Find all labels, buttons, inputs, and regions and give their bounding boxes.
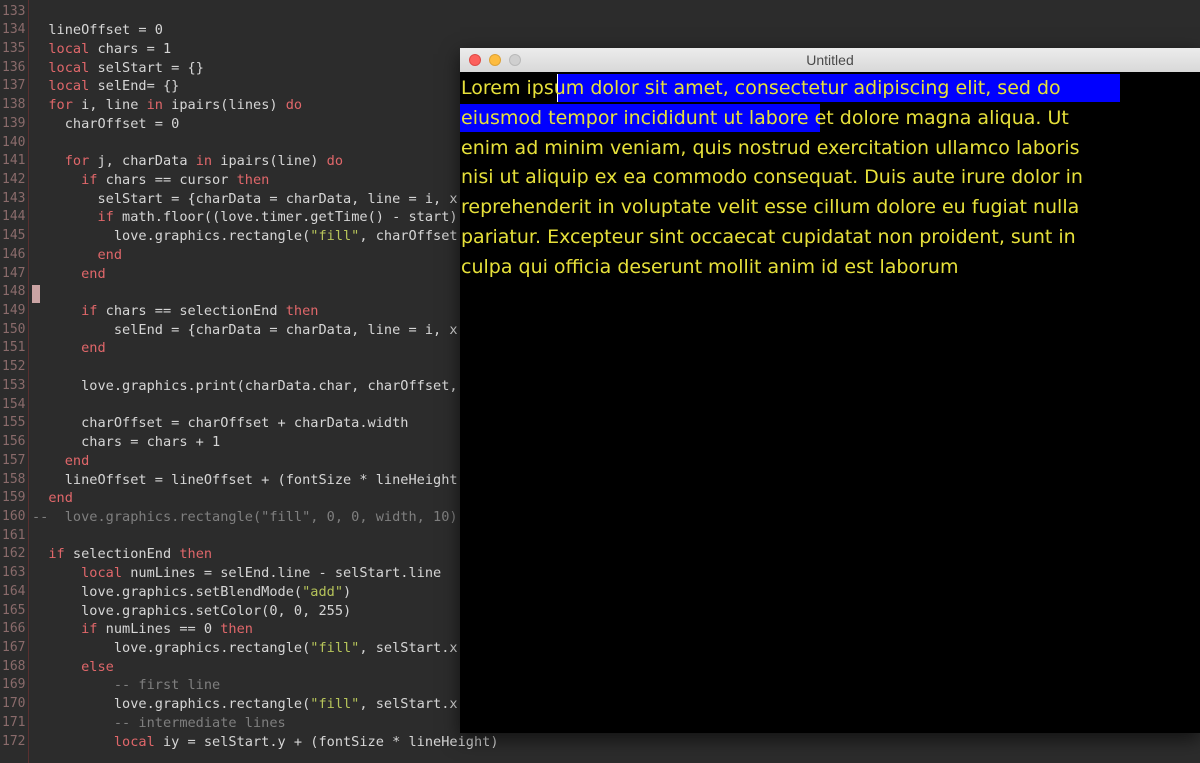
code-text: local selEnd= {} <box>48 78 180 95</box>
code-text: lineOffset = lineOffset + (fontSize * li… <box>32 471 466 488</box>
window-title: Untitled <box>806 52 854 68</box>
app-window[interactable]: Untitled Lorem ipsum dolor sit amet, con… <box>460 48 1200 733</box>
line-number: 162 <box>2 546 26 562</box>
line-number: 154 <box>2 396 26 412</box>
line-number: 167 <box>2 639 26 655</box>
line-number: 134 <box>2 22 26 38</box>
line-number: 171 <box>2 714 26 730</box>
zoom-button[interactable] <box>509 54 521 66</box>
line-number: 163 <box>2 565 26 581</box>
line-number: 160 <box>2 508 26 524</box>
line-number: 169 <box>2 677 26 693</box>
text-canvas[interactable]: Lorem ipsum dolor sit amet, consectetur … <box>460 72 1200 733</box>
line-number: 164 <box>2 583 26 599</box>
line-number: 166 <box>2 621 26 637</box>
code-text: for j, charData in ipairs(line) do <box>64 153 344 170</box>
code-text: if numLines == 0 then <box>81 621 253 638</box>
text-line: culpa qui officia deserunt mollit anim i… <box>461 255 959 278</box>
code-text: love.graphics.setBlendMode("add") <box>32 583 352 600</box>
code-text: selEnd = {charData = charData, line = i,… <box>32 321 491 338</box>
line-number: 155 <box>2 415 26 431</box>
line-number: 145 <box>2 228 26 244</box>
code-text: else <box>81 658 114 675</box>
code-text: selStart = {charData = charData, line = … <box>32 190 483 207</box>
line-number: 139 <box>2 115 26 131</box>
line-number: 151 <box>2 340 26 356</box>
code-text: local selStart = {} <box>48 59 204 76</box>
minimize-button[interactable] <box>489 54 501 66</box>
code-line[interactable]: 134 lineOffset = 0 <box>0 21 1200 40</box>
line-number: 168 <box>2 658 26 674</box>
code-text: charOffset = 0 <box>32 115 180 132</box>
code-text: charOffset = charOffset + charData.width <box>32 415 409 432</box>
line-number: 153 <box>2 377 26 393</box>
line-number: 157 <box>2 452 26 468</box>
line-number: 152 <box>2 359 26 375</box>
code-text: if math.floor((love.timer.getTime() - st… <box>97 209 483 226</box>
line-number: 141 <box>2 153 26 169</box>
line-number: 159 <box>2 490 26 506</box>
window-titlebar[interactable]: Untitled <box>460 48 1200 73</box>
line-number: 138 <box>2 97 26 113</box>
line-number: 165 <box>2 602 26 618</box>
line-number: 137 <box>2 78 26 94</box>
text-line: nisi ut aliquip ex ea commodo consequat.… <box>461 166 1083 189</box>
text-line: reprehenderit in voluptate velit esse ci… <box>461 196 1080 219</box>
line-number: 143 <box>2 190 26 206</box>
code-text: love.graphics.rectangle("fill", charOffs… <box>32 228 491 245</box>
code-text: end <box>48 490 73 507</box>
code-text: end <box>64 452 90 469</box>
line-number: 161 <box>2 527 26 543</box>
line-number: 142 <box>2 171 26 187</box>
text-line: eiusmod tempor incididunt ut labore et d… <box>461 106 1069 129</box>
line-number: 144 <box>2 209 26 225</box>
line-number: 149 <box>2 303 26 319</box>
code-text: lineOffset = 0 <box>32 22 163 39</box>
code-text: -- love.graphics.rectangle("fill", 0, 0,… <box>32 508 458 525</box>
code-text: local numLines = selEnd.line - selStart.… <box>81 565 442 582</box>
line-number: 135 <box>2 40 26 56</box>
line-number: 140 <box>2 134 26 150</box>
line-number: 172 <box>2 733 26 749</box>
code-text: if chars == selectionEnd then <box>81 303 319 320</box>
code-text: -- intermediate lines <box>113 714 286 731</box>
code-text: if selectionEnd then <box>48 546 213 563</box>
line-number: 150 <box>2 321 26 337</box>
text-line: enim ad minim veniam, quis nostrud exerc… <box>461 136 1080 159</box>
code-line[interactable]: 133 <box>0 3 1200 22</box>
code-text: love.graphics.rectangle("fill", selStart… <box>32 696 491 713</box>
line-number: 170 <box>2 696 26 712</box>
code-text: if chars == cursor then <box>81 171 270 188</box>
line-number: 133 <box>2 3 26 19</box>
line-number: 148 <box>2 284 26 300</box>
code-text: local chars = 1 <box>48 40 172 57</box>
code-text: end <box>81 340 106 357</box>
line-number: 136 <box>2 59 26 75</box>
code-line[interactable]: 172 local iy = selStart.y + (fontSize * … <box>0 733 1200 752</box>
code-text: love.graphics.setColor(0, 0, 255) <box>32 602 352 619</box>
text-line: pariatur. Excepteur sint occaecat cupida… <box>461 226 1076 248</box>
code-text: end <box>81 265 106 282</box>
line-number: 158 <box>2 471 26 487</box>
code-text: for i, line in ipairs(lines) do <box>48 97 303 114</box>
line-number: 147 <box>2 265 26 281</box>
code-text: chars = chars + 1 <box>32 434 221 451</box>
code-text: end <box>97 246 123 263</box>
close-button[interactable] <box>469 54 481 66</box>
code-text: love.graphics.rectangle("fill", selStart… <box>32 639 491 656</box>
text-line: Lorem ipsum dolor sit amet, consectetur … <box>461 77 1061 99</box>
line-number: 146 <box>2 246 26 262</box>
line-number: 156 <box>2 434 26 450</box>
code-text: local iy = selStart.y + (fontSize * line… <box>113 733 499 750</box>
code-text: -- first line <box>113 677 221 694</box>
code-text: love.graphics.print(charData.char, charO… <box>32 377 491 394</box>
editor-cursor <box>32 285 40 303</box>
